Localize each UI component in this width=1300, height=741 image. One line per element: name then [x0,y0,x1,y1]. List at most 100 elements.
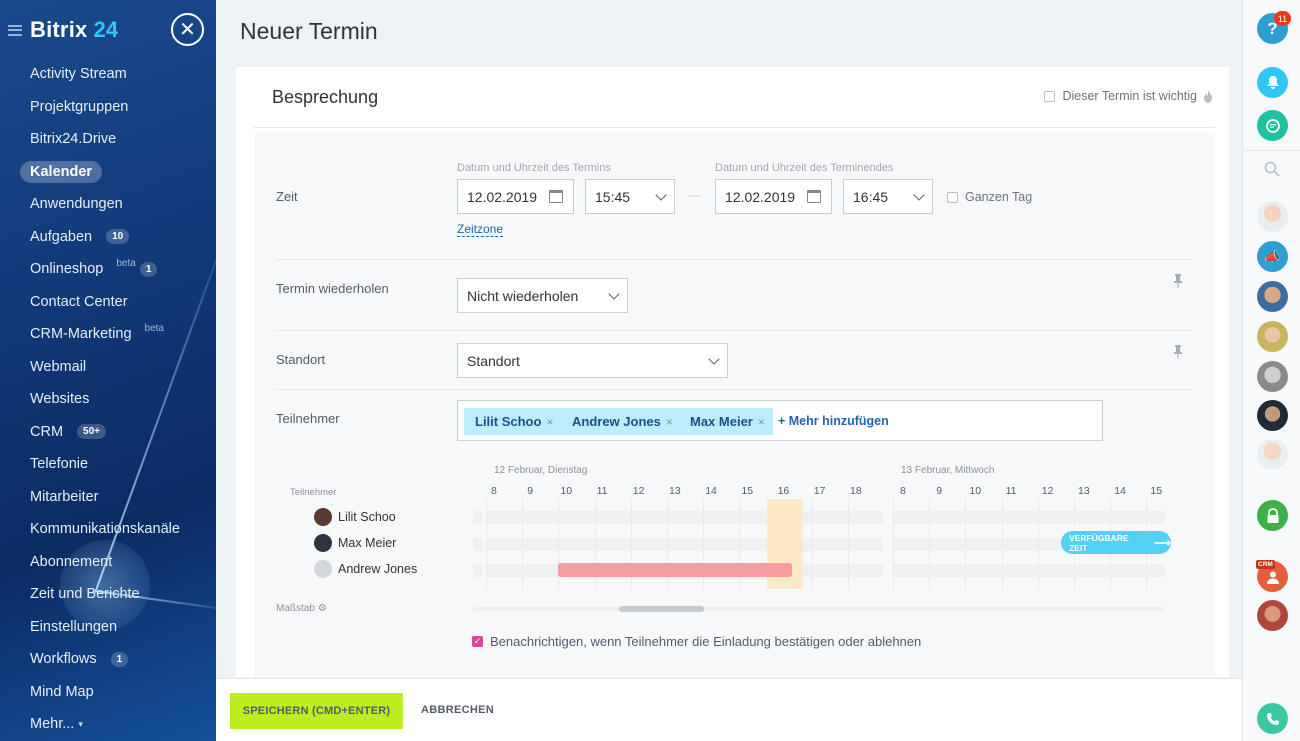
busy-time-bar [558,563,792,577]
timeline-day-label: 13 Februar, Mittwoch [901,465,995,476]
sidebar-item[interactable]: Kommunikationskanäle [20,513,216,546]
remove-tag-icon[interactable]: × [546,415,553,429]
timeline-gridline [929,499,931,589]
footer-bar: SPEICHERN (CMD+ENTER) ABBRECHEN [216,678,1242,741]
sidebar-item-label: Webmail [30,358,87,375]
avatar [314,534,332,552]
page-title: Neuer Termin [240,18,378,44]
repeat-select[interactable]: Nicht wiederholen [457,278,628,313]
sidebar-item-label: Activity Stream [30,66,127,83]
avatar[interactable] [1257,361,1288,392]
timeline-row [486,511,883,524]
sidebar-item[interactable]: Projektgruppen [20,91,216,124]
notify-checkbox[interactable]: ✓ [472,636,483,647]
remove-tag-icon[interactable]: × [666,415,673,429]
free-time-button[interactable]: VERFÜGBARE ZEIT ⟶ [1061,531,1171,554]
timeline-gridline [811,499,813,589]
sidebar-item-label: Kalender [20,160,103,183]
participant-tag[interactable]: Max Meier × [679,408,773,435]
participants-box[interactable]: Lilit Schoo × Andrew Jones × Max Meier × + … [457,400,1103,441]
sidebar-item[interactable]: Websites [20,383,216,416]
timeline-scrollbar-thumb[interactable] [619,606,704,612]
megaphone-icon[interactable]: 📣 [1257,241,1288,272]
sidebar-item[interactable]: Webmail [20,351,216,384]
cancel-button[interactable]: ABBRECHEN [421,704,494,716]
sidebar-item-label: Bitrix24.Drive [30,131,117,148]
sidebar-item-label: Anwendungen [30,196,123,213]
timeline-hour-label: 13 [669,485,681,497]
timeline-hour-label: 14 [705,485,717,497]
crm-badge: CRM [1256,560,1275,569]
bell-icon[interactable] [1257,67,1288,98]
timeline-hour-label: 8 [900,485,906,497]
pin-icon[interactable] [1174,274,1182,288]
avatar[interactable] [1257,439,1288,470]
sidebar-item[interactable]: Anwendungen [20,188,216,221]
sidebar-item[interactable]: Bitrix24.Drive [20,123,216,156]
sidebar-item[interactable]: Activity Stream [20,58,216,91]
sidebar-item[interactable]: Zeit und Berichte [20,578,216,611]
timeline-row [486,538,883,551]
search-icon[interactable] [1264,161,1280,177]
sidebar-item[interactable]: Einstellungen [20,611,216,644]
menu-burger-icon[interactable] [8,24,22,36]
avatar[interactable] [1257,201,1288,232]
timeline-hour-label: 9 [936,485,943,497]
start-date-input[interactable]: 12.02.2019 [457,179,574,214]
important-toggle[interactable]: Dieser Termin ist wichtig [1044,89,1213,103]
all-day-toggle[interactable]: Ganzen Tag [947,190,1032,204]
sidebar-item[interactable]: Kalender [20,156,216,189]
timeline-scrollbar-track[interactable] [473,607,1165,611]
sidebar-item-label: Mind Map [30,683,94,700]
sidebar-item[interactable]: Abonnement [20,546,216,579]
scale-label[interactable]: Maßstab ⚙ [276,603,327,614]
sidebar-item-label: Mehr... [30,716,75,733]
lock-icon[interactable] [1257,500,1288,531]
participant-tag[interactable]: Andrew Jones × [561,408,681,435]
participant-tag[interactable]: Lilit Schoo × [464,408,562,435]
sidebar-item[interactable]: CRM 50+ [20,416,216,449]
sidebar-item[interactable]: Aufgaben 10 [20,221,216,254]
sidebar-item[interactable]: Onlineshop beta 1 [20,253,216,286]
sidebar-item[interactable]: Telefonie [20,448,216,481]
important-checkbox[interactable] [1044,90,1056,102]
avatar[interactable] [1257,281,1288,312]
row-divider [276,389,1192,390]
timeline-gridline [893,499,894,589]
location-select[interactable]: Standort [457,343,728,378]
start-time-select[interactable]: 15:45 [585,179,675,214]
timezone-link[interactable]: Zeitzone [457,222,504,237]
avatar[interactable] [1257,321,1288,352]
logo[interactable]: Bitrix 24 [30,17,118,43]
sidebar-item[interactable]: Mitarbeiter [20,481,216,514]
save-button[interactable]: SPEICHERN (CMD+ENTER) [230,693,403,729]
calendar-icon[interactable] [549,190,563,203]
phone-icon[interactable] [1257,703,1288,734]
avatar[interactable] [1257,600,1288,631]
chat-icon[interactable] [1257,110,1288,141]
sidebar-item[interactable]: CRM-Marketing beta [20,318,216,351]
event-card: Besprechung Dieser Termin ist wichtig Ze… [236,67,1229,677]
all-day-checkbox[interactable] [947,191,958,203]
timeline-person: Max Meier [314,534,396,552]
end-date-input[interactable]: 12.02.2019 [715,179,832,214]
gear-icon[interactable]: ⚙ [318,603,327,614]
close-icon: ✕ [179,18,196,41]
sidebar-item[interactable]: Workflows 1 [20,643,216,676]
sidebar-item[interactable]: Contact Center [20,286,216,319]
row-divider [276,259,1192,260]
notify-toggle[interactable]: ✓ Benachrichtigen, wenn Teilnehmer die E… [472,634,921,649]
add-participant-link[interactable]: + Mehr hinzufügen [778,414,889,428]
event-title[interactable]: Besprechung [272,87,378,108]
sidebar-item[interactable]: Mind Map [20,676,216,709]
sidebar-item[interactable]: Mehr... ▾ [20,708,216,741]
end-caption: Datum und Uhrzeit des Terminendes [715,162,894,174]
end-time-select[interactable]: 16:45 [843,179,933,214]
timeline-person: Lilit Schoo [314,508,396,526]
remove-tag-icon[interactable]: × [758,415,765,429]
title-divider [254,127,1215,128]
avatar[interactable] [1257,400,1288,431]
close-button[interactable]: ✕ [171,13,204,46]
calendar-icon[interactable] [807,190,821,203]
pin-icon[interactable] [1174,345,1182,359]
